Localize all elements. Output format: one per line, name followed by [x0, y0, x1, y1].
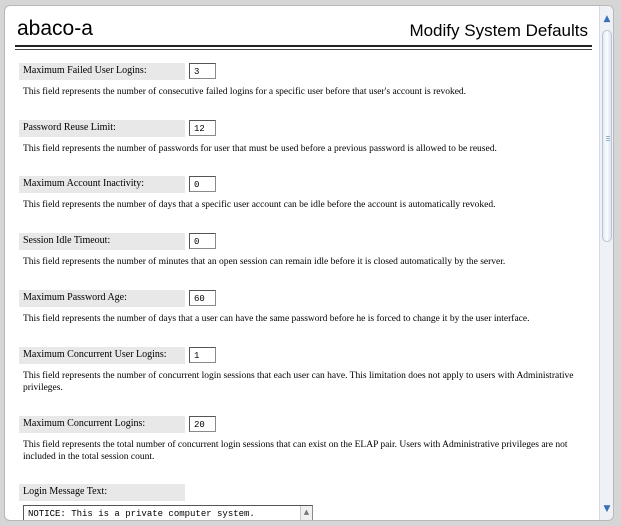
page-header: abaco-a Modify System Defaults — [15, 15, 592, 50]
field-label: Login Message Text: — [23, 486, 108, 497]
textarea-scroll-up-icon[interactable]: ▲ — [300, 506, 312, 520]
field-label: Maximum Password Age: — [23, 292, 127, 303]
scroll-down-icon[interactable]: ▼ — [600, 502, 613, 516]
scrollbar-thumb[interactable] — [602, 30, 612, 242]
field-description: This field represents the number of minu… — [23, 257, 506, 267]
browser-window: abaco-a Modify System Defaults Maximum F… — [4, 5, 614, 521]
header-rule — [15, 45, 592, 47]
page-scrollbar[interactable]: ▲ ▼ — [599, 6, 613, 520]
field-max-account-inactivity: Maximum Account Inactivity: 0 This field… — [19, 176, 593, 211]
max-concurrent-user-logins-input[interactable]: 1 — [189, 347, 216, 363]
field-label: Password Reuse Limit: — [23, 122, 116, 133]
field-login-message: Login Message Text: NOTICE: This is a pr… — [19, 484, 593, 520]
field-description: This field represents the number of days… — [23, 314, 530, 324]
password-reuse-limit-input[interactable]: 12 — [189, 120, 216, 136]
field-label: Session Idle Timeout: — [23, 235, 111, 246]
field-password-reuse-limit: Password Reuse Limit: 12 This field repr… — [19, 120, 593, 155]
host-name: abaco-a — [17, 17, 93, 40]
page-title: Modify System Defaults — [409, 21, 588, 40]
scrollbar-grip-icon — [606, 136, 610, 137]
login-message-text: NOTICE: This is a private computer syste… — [28, 509, 255, 519]
max-failed-logins-input[interactable]: 3 — [189, 63, 216, 79]
max-account-inactivity-input[interactable]: 0 — [189, 176, 216, 192]
max-concurrent-logins-input[interactable]: 20 — [189, 416, 216, 432]
login-message-textarea[interactable]: NOTICE: This is a private computer syste… — [23, 505, 313, 520]
field-label: Maximum Concurrent Logins: — [23, 418, 146, 429]
field-description: This field represents the number of pass… — [23, 144, 497, 154]
page-content: abaco-a Modify System Defaults Maximum F… — [5, 6, 597, 520]
field-max-password-age: Maximum Password Age: 60 This field repr… — [19, 290, 593, 325]
field-max-concurrent-user-logins: Maximum Concurrent User Logins: 1 This f… — [19, 347, 593, 394]
field-label: Maximum Account Inactivity: — [23, 178, 145, 189]
field-label: Maximum Concurrent User Logins: — [23, 349, 167, 360]
field-session-idle-timeout: Session Idle Timeout: 0 This field repre… — [19, 233, 593, 268]
field-description: This field represents the number of days… — [23, 200, 496, 210]
header-rule-thin — [15, 49, 592, 50]
max-password-age-input[interactable]: 60 — [189, 290, 216, 306]
field-max-failed-logins: Maximum Failed User Logins: 3 This field… — [19, 63, 593, 98]
session-idle-timeout-input[interactable]: 0 — [189, 233, 216, 249]
field-description: This field represents the number of conc… — [23, 371, 574, 393]
field-max-concurrent-logins: Maximum Concurrent Logins: 20 This field… — [19, 416, 593, 463]
field-description: This field represents the total number o… — [23, 440, 568, 462]
scroll-up-icon[interactable]: ▲ — [600, 12, 613, 26]
field-description: This field represents the number of cons… — [23, 87, 467, 97]
field-label: Maximum Failed User Logins: — [23, 65, 147, 76]
